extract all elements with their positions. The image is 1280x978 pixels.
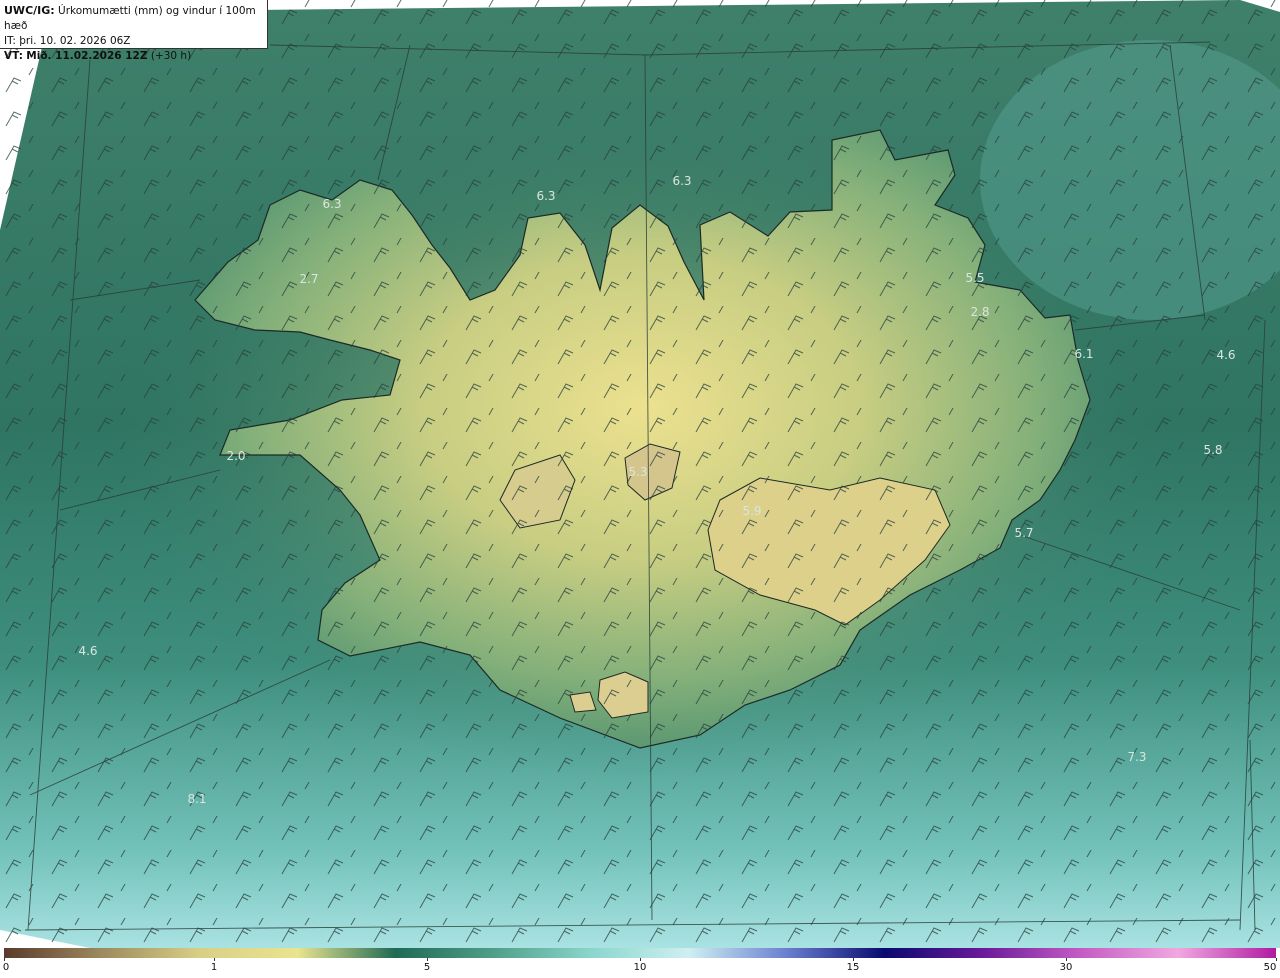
colorbar-tick-mark bbox=[1066, 958, 1067, 961]
colorbar-tick-label: 50 bbox=[1263, 962, 1277, 973]
colorbar-tick-mark bbox=[427, 958, 428, 961]
precip-value-label: 6.3 bbox=[536, 189, 555, 203]
vt-prefix: VT: bbox=[4, 50, 23, 62]
precip-value-label: 5.9 bbox=[742, 504, 761, 518]
precip-value-label: 8.1 bbox=[187, 792, 206, 806]
map-title-box: UWC/IG: Úrkomumætti (mm) og vindur í 100… bbox=[0, 0, 268, 62]
precip-value-label: 4.6 bbox=[1216, 348, 1235, 362]
title-prefix: UWC/IG: bbox=[4, 4, 55, 17]
precipitation-wind-map: 6.3 6.3 6.3 2.7 5.5 2.8 6.1 4.6 5.8 5.7 4.6 7.3 2.0 5… bbox=[0, 0, 1280, 948]
colorbar-tick-label: 1 bbox=[210, 962, 218, 973]
colorbar-tick-mark bbox=[4, 958, 5, 961]
precip-value-label: 5.5 bbox=[965, 271, 984, 285]
precip-value-label: 2.0 bbox=[226, 449, 245, 463]
precip-value-label: 6.3 bbox=[672, 174, 691, 188]
precip-value-label: 2.8 bbox=[970, 305, 989, 319]
precip-value-label: 5.7 bbox=[1014, 526, 1033, 540]
colorbar-tick-label: 5 bbox=[423, 962, 431, 973]
colorbar-tick-label: 30 bbox=[1059, 962, 1073, 973]
init-time: IT: þri. 10. 02. 2026 06Z bbox=[4, 35, 131, 47]
colorbar: 0 1 5 10 15 30 50 bbox=[3, 948, 1277, 973]
colorbar-tick-label: 0 bbox=[2, 962, 10, 973]
colorbar-tick-label: 10 bbox=[633, 962, 647, 973]
precip-value-label: 2.7 bbox=[299, 272, 318, 286]
colorbar-tick-mark bbox=[1276, 958, 1277, 961]
forecast-hour: (+30 h) bbox=[150, 50, 192, 62]
colorbar-legend: 0 1 5 10 15 30 50 bbox=[0, 948, 1280, 978]
colorbar-gradient bbox=[4, 948, 1276, 958]
colorbar-tick-mark bbox=[214, 958, 215, 961]
precip-value-label: 7.3 bbox=[1127, 750, 1146, 764]
precip-value-label: 5.3 bbox=[628, 465, 647, 479]
precip-value-label: 5.8 bbox=[1203, 443, 1222, 457]
colorbar-tick-mark bbox=[853, 958, 854, 961]
colorbar-tick-label: 15 bbox=[846, 962, 860, 973]
valid-time: Mið. 11.02.2026 12Z bbox=[26, 50, 148, 62]
precip-value-label: 6.3 bbox=[322, 197, 341, 211]
precip-value-label: 4.6 bbox=[78, 644, 97, 658]
precip-value-label: 6.1 bbox=[1074, 347, 1093, 361]
colorbar-tick-mark bbox=[640, 958, 641, 961]
